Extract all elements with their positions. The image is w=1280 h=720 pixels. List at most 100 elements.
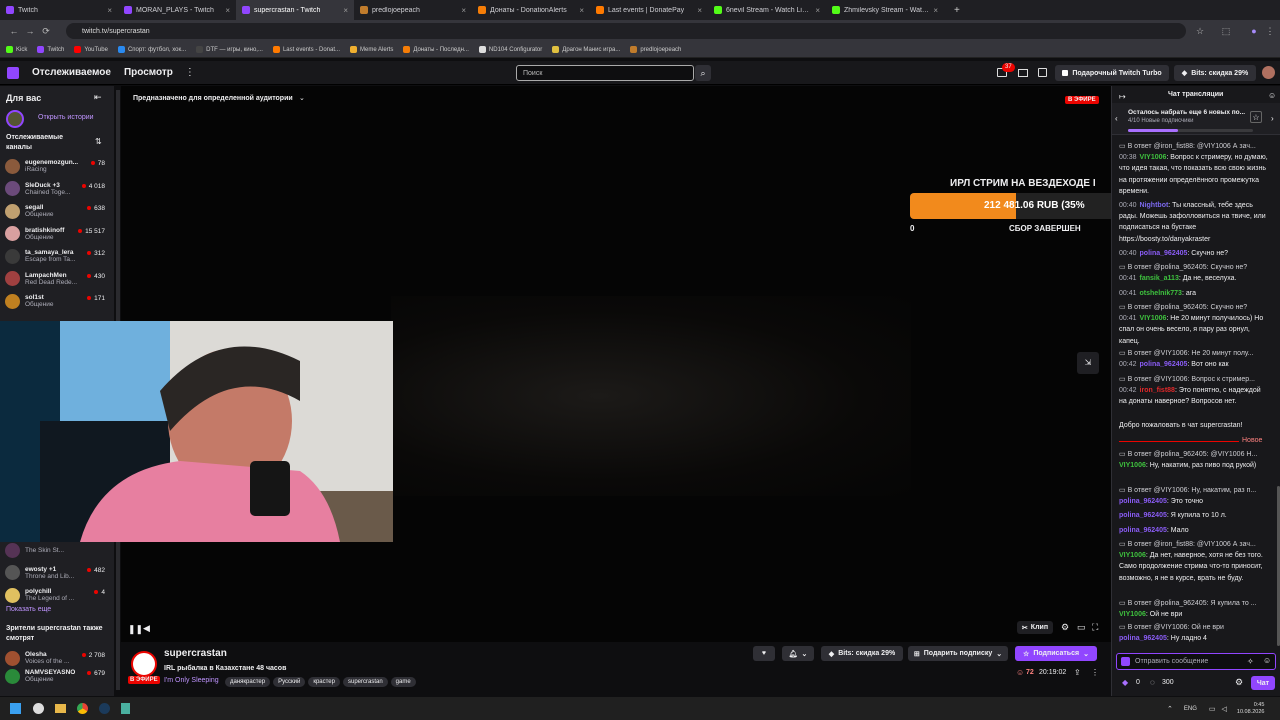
reply-context[interactable]: ▭ В ответ @VIY1006: Вопрос к стример... [1119, 374, 1269, 385]
follow-heart-button[interactable]: ♥ [753, 646, 775, 661]
browser-tab[interactable]: Zhmilevsky Stream - Watch Live× [826, 0, 944, 20]
open-history-link[interactable]: Открыть истории [38, 114, 94, 121]
fullscreen-icon[interactable]: ⛶ [1092, 622, 1098, 633]
bits-sale-button[interactable]: ◆ Bits: скидка 29% [821, 646, 903, 661]
gift-sub-button[interactable]: ⊞ Подарить подписку ⌄ [908, 646, 1008, 661]
sidebar-channel[interactable]: Olesha Voices of the ... 2 708 [5, 648, 113, 668]
channel-name[interactable]: supercrastan [164, 648, 227, 659]
sidebar-channel[interactable]: SleDuck +3 Chained Toge... 4 018 [5, 179, 113, 199]
nav-following[interactable]: Отслеживаемое [32, 67, 111, 78]
chat-users-icon[interactable]: ☺ [1268, 91, 1276, 100]
message-user[interactable]: VIY1006 [1119, 611, 1146, 618]
theatre-expand-icon[interactable]: ⇲ [1077, 352, 1099, 374]
close-tab-icon[interactable]: × [343, 6, 348, 15]
more-options-icon[interactable]: ⋮ [1091, 668, 1099, 677]
magic-icon[interactable]: ✧ [1247, 657, 1254, 666]
lang-indicator[interactable]: ENG [1184, 706, 1197, 712]
bookmark-item[interactable]: predlojoepeach [630, 46, 681, 53]
sidebar-channel[interactable]: LampachMen Red Dead Rede... 430 [5, 269, 113, 289]
theatre-mode-icon[interactable]: ▭ [1077, 622, 1086, 633]
bookmark-item[interactable]: Kick [6, 46, 27, 53]
profile-icon[interactable]: ● [1246, 26, 1262, 36]
start-icon[interactable] [10, 703, 21, 714]
reply-context[interactable]: ▭ В ответ @VIY1006: Ну, накатим, раз п..… [1119, 485, 1269, 496]
reply-context[interactable]: ▭ В ответ @iron_fist88: @VIY1006 А зач..… [1119, 141, 1269, 152]
extensions-icon[interactable]: ⬚ [1218, 26, 1234, 37]
message-user[interactable]: fansik_a113 [1140, 275, 1179, 282]
message-user[interactable]: polina_962405 [1119, 498, 1167, 505]
nav-browse[interactable]: Просмотр [124, 67, 173, 78]
clip-button[interactable]: ✂ Клип [1017, 621, 1053, 634]
close-tab-icon[interactable]: × [815, 6, 820, 15]
sidebar-channel[interactable]: ewosty +1 Throne and Lib... 482 [5, 563, 113, 583]
close-tab-icon[interactable]: × [225, 6, 230, 15]
sidebar-channel[interactable]: eugenemozgun... iRacing 78 [5, 156, 113, 176]
stream-tag[interactable]: крастер [308, 677, 340, 687]
browser-tab[interactable]: Twitch × [0, 0, 118, 20]
browser-tab[interactable]: Last events | DonatePay × [590, 0, 708, 20]
volume-icon[interactable]: ◀ [143, 623, 150, 634]
new-tab-icon[interactable]: + [954, 5, 960, 16]
sidebar-channel[interactable]: bratishkinoff Общение 15 517 [5, 224, 113, 244]
bits-points-icon[interactable]: ◆ [1122, 678, 1128, 687]
reload-icon[interactable]: ⟳ [38, 26, 54, 37]
message-user[interactable]: otshelnik773 [1140, 290, 1182, 297]
more-icon[interactable]: ⋮ [185, 67, 195, 78]
message-user[interactable]: polina_962405 [1140, 250, 1188, 257]
reply-context[interactable]: ▭ В ответ @polina_962405: Я купила то ..… [1119, 598, 1269, 609]
sidebar-channel[interactable]: ta_samaya_lera Escape from Ta... 312 [5, 246, 113, 266]
chat-badge-icon[interactable] [1121, 657, 1130, 666]
message-user[interactable]: iron_fist88 [1140, 387, 1175, 394]
chat-settings-icon[interactable]: ⚙ [1235, 677, 1243, 688]
settings-icon[interactable]: ⚙ [1061, 622, 1069, 633]
reply-context[interactable]: ▭ В ответ @iron_fist88: @VIY1006 А зач..… [1119, 539, 1269, 550]
menu-icon[interactable]: ⋮ [1262, 26, 1278, 37]
message-user[interactable]: VIY1006 [1140, 315, 1167, 322]
sidebar-channel[interactable]: polychill The Legend of ... 4 [5, 585, 113, 605]
search-icon[interactable]: ⌕ [695, 65, 711, 81]
browser-tab[interactable]: MORAN_PLAYS - Twitch × [118, 0, 236, 20]
close-tab-icon[interactable]: × [461, 6, 466, 15]
steam-icon[interactable] [99, 703, 110, 714]
yandex-icon[interactable] [33, 703, 44, 714]
chevron-right-icon[interactable]: › [1271, 114, 1274, 123]
bookmark-item[interactable]: ND104 Configurator [478, 46, 542, 53]
show-more-link[interactable]: Показать еще [6, 606, 51, 613]
bookmark-item[interactable]: DTF — игры, кино,... [196, 46, 263, 53]
sidebar-channel[interactable]: segall Общение 638 [5, 201, 113, 221]
sidebar-channel[interactable]: NAMVSEYASNO Общение 679 [5, 666, 113, 686]
channel-points-icon[interactable]: ◌ [1150, 678, 1155, 687]
tray-chevron-icon[interactable]: ⌃ [1167, 705, 1173, 713]
message-user[interactable]: Nightbot [1140, 202, 1169, 209]
sort-icon[interactable]: ⇅ [95, 137, 102, 146]
history-avatar[interactable] [6, 110, 24, 128]
bookmark-item[interactable]: YouTube [74, 46, 108, 53]
message-user[interactable]: polina_962405 [1119, 635, 1167, 642]
chevron-left-icon[interactable]: ‹ [1115, 114, 1118, 123]
close-tab-icon[interactable]: × [697, 6, 702, 15]
pin-star-icon[interactable]: ☆ [1250, 111, 1262, 123]
browser-tab[interactable]: 6nevil Stream - Watch Live on K × [708, 0, 826, 20]
stream-tag[interactable]: game [390, 677, 416, 687]
bits-button[interactable]: ◆ Bits: скидка 29% [1174, 65, 1256, 81]
network-icon[interactable]: ▭ [1209, 705, 1216, 713]
sidebar-channel[interactable]: The Skin St... [5, 540, 113, 560]
notifications-button[interactable]: 🔔︎ ⌄ [782, 646, 814, 661]
message-user[interactable]: VIY1006 [1119, 552, 1146, 559]
twitch-logo-icon[interactable] [7, 66, 19, 79]
browser-tab[interactable]: Донаты - DonationAlerts × [472, 0, 590, 20]
bookmark-item[interactable]: Драгон Манис игра... [552, 46, 620, 53]
bookmark-item[interactable]: Спорт: футбол, хок... [117, 46, 186, 53]
message-user[interactable]: VIY1006 [1119, 462, 1146, 469]
message-user[interactable]: polina_962405 [1140, 361, 1188, 368]
forward-icon[interactable]: → [22, 26, 38, 36]
reply-context[interactable]: ▭ В ответ @polina_962405: Скучно не? [1119, 262, 1269, 273]
chrome-icon[interactable] [77, 703, 88, 714]
message-user[interactable]: polina_962405 [1119, 512, 1167, 519]
close-tab-icon[interactable]: × [107, 6, 112, 15]
bookmark-item[interactable]: Twitch [37, 46, 64, 53]
bookmark-item[interactable]: Last events - Donat... [272, 46, 340, 53]
whispers-icon[interactable] [1038, 68, 1047, 77]
close-tab-icon[interactable]: × [579, 6, 584, 15]
bookmark-item[interactable]: Meme Alerts [350, 46, 393, 53]
